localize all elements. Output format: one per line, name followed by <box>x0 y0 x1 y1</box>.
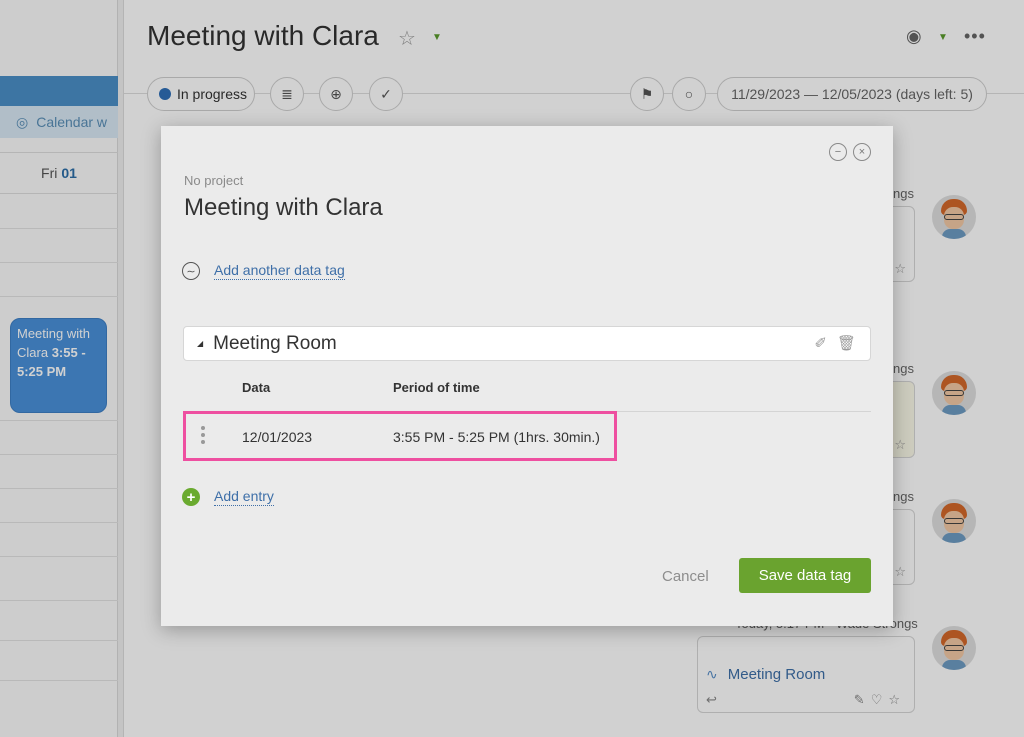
cancel-button[interactable]: Cancel <box>662 568 709 585</box>
dialog-controls: − × <box>829 143 871 161</box>
collapse-triangle-icon[interactable]: ◢ <box>197 339 203 348</box>
column-header-period: Period of time <box>393 380 480 395</box>
project-label: No project <box>184 173 244 188</box>
add-data-tag-label: Add another data tag <box>214 262 345 280</box>
entry-period: 3:55 PM - 5:25 PM (1hrs. 30min.) <box>393 429 600 445</box>
data-tag-dialog: − × No project Meeting with Clara ∼ Add … <box>161 126 893 626</box>
edit-icon[interactable]: ✐ <box>814 334 827 352</box>
plus-icon: + <box>182 488 200 506</box>
section-title: Meeting Room <box>213 332 337 354</box>
data-tag-section-header[interactable]: ◢ Meeting Room ✐ 🗑 <box>183 326 871 361</box>
section-tools: ✐ 🗑 <box>814 334 856 352</box>
minimize-icon[interactable]: − <box>829 143 847 161</box>
trash-icon[interactable]: 🗑 <box>837 334 856 352</box>
save-data-tag-button[interactable]: Save data tag <box>739 558 871 593</box>
data-tag-icon: ∼ <box>182 262 200 280</box>
close-icon[interactable]: × <box>853 143 871 161</box>
column-header-data: Data <box>242 380 271 395</box>
drag-handle-icon[interactable] <box>200 426 206 447</box>
entry-date: 12/01/2023 <box>242 429 313 445</box>
add-data-tag-button[interactable]: ∼ Add another data tag <box>182 262 345 280</box>
dialog-title: Meeting with Clara <box>184 194 383 221</box>
table-row[interactable]: 12/01/2023 3:55 PM - 5:25 PM (1hrs. 30mi… <box>183 411 617 461</box>
add-entry-label: Add entry <box>214 488 274 506</box>
add-entry-button[interactable]: + Add entry <box>182 488 274 506</box>
